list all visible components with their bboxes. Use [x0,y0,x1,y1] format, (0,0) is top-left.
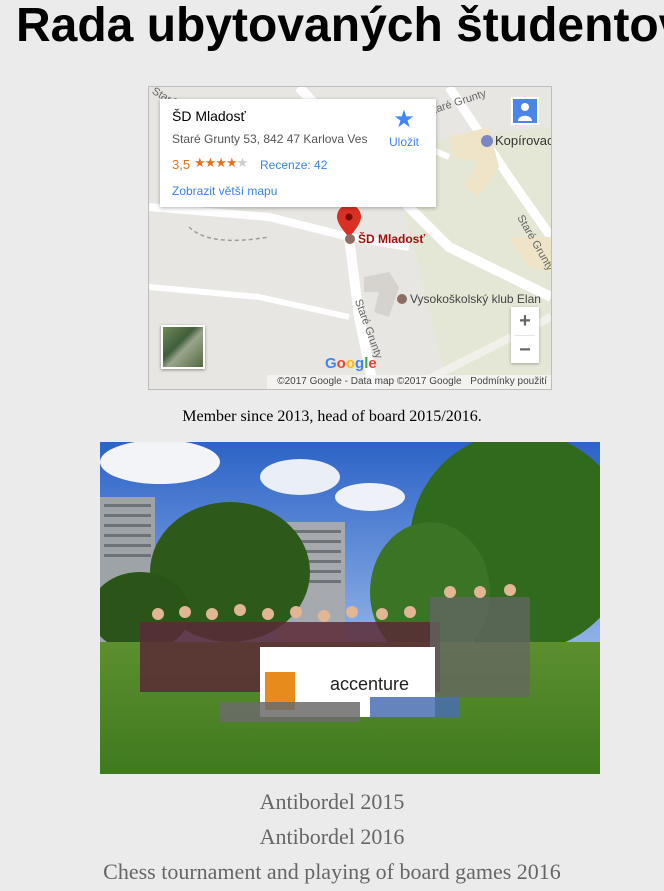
event-item: Antibordel 2016 [259,824,405,849]
bigger-map-link[interactable]: Zobrazit větší mapu [172,184,277,198]
reviews-link[interactable]: Recenze: 42 [260,158,327,172]
map-copyright: ©2017 Google - Data map ©2017 Google [277,376,462,387]
save-button[interactable]: ★ Uložit [386,106,422,150]
place-address: Staré Grunty 53, 842 47 Karlova Ves [172,132,368,146]
google-map-embed[interactable]: ŠD Mladosť Kopírovac Vysokoškolský klub … [148,86,552,390]
rating-stars-icon: ★★★★★ [194,155,248,170]
zoom-in-button[interactable]: + [511,307,539,335]
zoom-control[interactable]: + − [511,307,539,363]
google-logo[interactable]: Google [325,355,377,372]
event-item: Antibordel 2015 [259,789,405,814]
pin-label[interactable]: ŠD Mladosť [358,232,425,246]
star-icon: ★ [393,106,415,133]
poi-club[interactable]: Vysokoškolský klub Elan [410,292,541,306]
page-title: Rada ubytovaných študentov [16,0,664,52]
group-photo: accenture [100,442,600,774]
satellite-toggle-thumbnail[interactable] [161,325,205,369]
poi-kopirovac[interactable]: Kopírovac [495,133,551,148]
zoom-out-button[interactable]: − [511,336,539,364]
terms-link[interactable]: Podmínky použití [470,376,547,387]
rating-value: 3,5 [172,157,191,172]
membership-caption: Member since 2013, head of board 2015/20… [182,408,482,425]
street-view-pegman-icon[interactable] [511,97,539,125]
save-label: Uložit [388,135,419,149]
event-item: Chess tournament and playing of board ga… [103,859,561,884]
map-attribution: ©2017 Google - Data map ©2017 Google Pod… [267,375,551,389]
place-name: ŠD Mladosť [172,108,246,124]
place-info-card: ŠD Mladosť Staré Grunty 53, 842 47 Karlo… [160,99,436,207]
svg-text:accenture: accenture [330,674,409,694]
